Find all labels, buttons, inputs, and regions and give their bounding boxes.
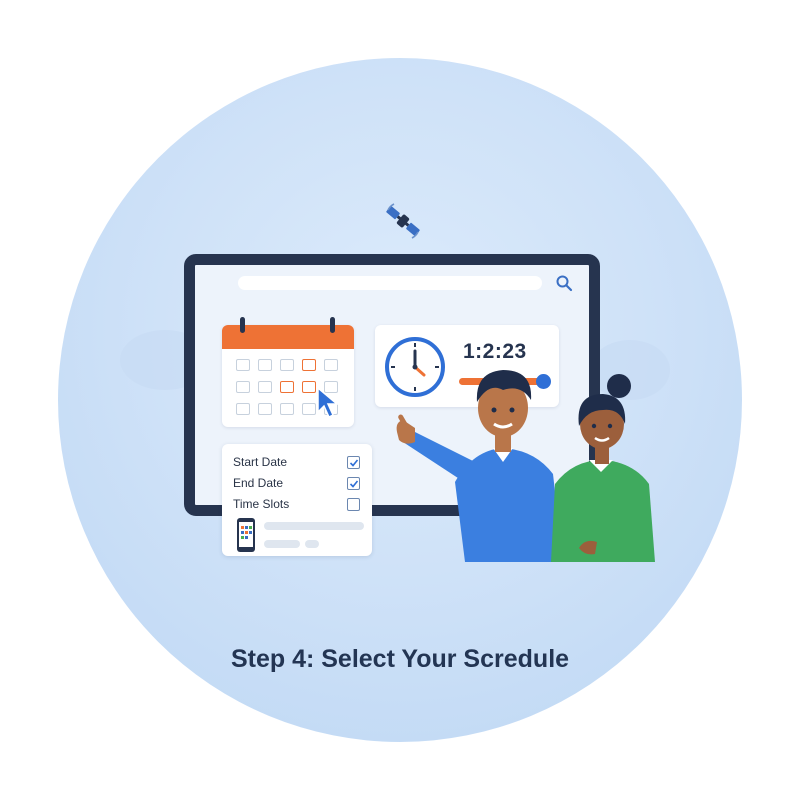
- calendar-day-cell[interactable]: [258, 403, 272, 415]
- calendar-day-cell[interactable]: [280, 403, 294, 415]
- calendar-day-cell[interactable]: [302, 359, 316, 371]
- time-display: 1:2:23: [463, 340, 527, 363]
- placeholder-line: [264, 522, 364, 530]
- search-icon[interactable]: [555, 274, 573, 292]
- calendar-ring-icon: [330, 317, 335, 333]
- checkbox-icon[interactable]: [347, 456, 360, 469]
- calendar-ring-icon: [240, 317, 245, 333]
- calendar-day-cell[interactable]: [258, 359, 272, 371]
- calendar-day-cell[interactable]: [258, 381, 272, 393]
- calendar-day-cell[interactable]: [302, 381, 316, 393]
- option-label: Time Slots: [233, 497, 290, 511]
- woman-illustration: [551, 374, 655, 562]
- placeholder-line: [264, 540, 300, 548]
- page-title: Step 4: Select Your Scredule: [230, 645, 570, 673]
- calendar-day-cell[interactable]: [280, 359, 294, 371]
- calendar-day-cell[interactable]: [236, 359, 250, 371]
- phone-icon: [237, 518, 255, 552]
- man-illustration: [396, 370, 563, 562]
- checkbox-icon[interactable]: [347, 477, 360, 490]
- search-input[interactable]: [238, 276, 542, 290]
- cursor-icon: [317, 386, 340, 419]
- calendar-day-cell[interactable]: [280, 381, 294, 393]
- calendar-day-cell[interactable]: [236, 403, 250, 415]
- placeholder-line: [305, 540, 319, 548]
- calendar-day-cell[interactable]: [324, 359, 338, 371]
- calendar-day-cell[interactable]: [302, 403, 316, 415]
- calendar-day-cell[interactable]: [236, 381, 250, 393]
- satellite-icon: [386, 203, 420, 239]
- option-label: End Date: [233, 476, 284, 490]
- option-label: Start Date: [233, 455, 288, 469]
- checkbox-icon[interactable]: [347, 498, 360, 511]
